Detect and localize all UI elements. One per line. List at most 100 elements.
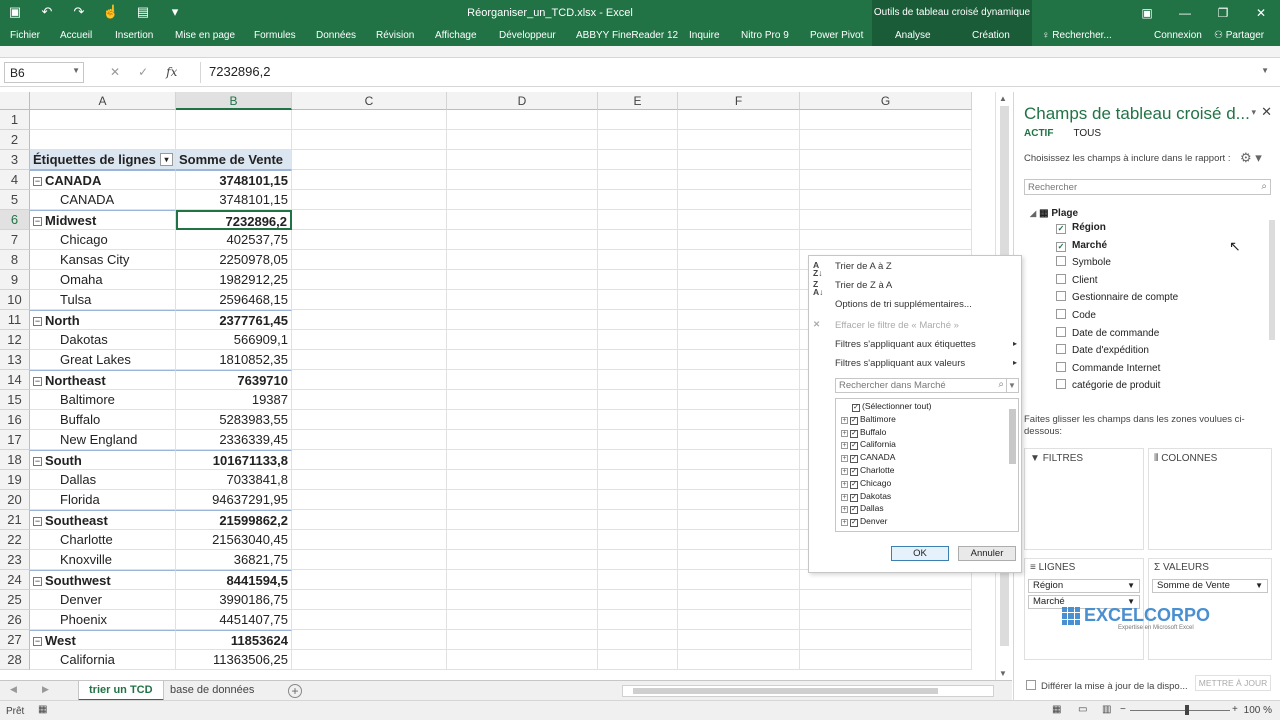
row-header[interactable]: 21 <box>0 510 30 530</box>
collapse-group-icon[interactable]: − <box>33 217 42 226</box>
column-header-c[interactable]: C <box>292 92 447 110</box>
cell-empty[interactable] <box>292 310 447 330</box>
cell-empty[interactable] <box>447 230 598 250</box>
check-icon[interactable]: ✓ <box>850 468 858 476</box>
field-item[interactable]: Symbole <box>1056 255 1111 270</box>
cell-empty[interactable] <box>292 110 447 130</box>
zoom-out-icon[interactable]: − <box>1120 704 1126 715</box>
cell-a[interactable]: Étiquettes de lignes ▾ <box>30 150 176 170</box>
tab-donnees[interactable]: Données <box>316 30 356 41</box>
cell-a[interactable]: − Southwest <box>30 570 176 590</box>
page-layout-icon[interactable]: ▭ <box>1078 704 1087 715</box>
cell-b[interactable]: 19387 <box>176 390 292 410</box>
cell-a[interactable]: Phoenix <box>30 610 176 630</box>
field-checkbox[interactable]: ✓ <box>1056 224 1066 234</box>
cell-b[interactable]: 3748101,15 <box>176 170 292 190</box>
cell-empty[interactable] <box>678 590 800 610</box>
row-header[interactable]: 23 <box>0 550 30 570</box>
cell-a[interactable]: Denver <box>30 590 176 610</box>
share-button[interactable]: ⚇ Partager <box>1214 30 1264 41</box>
sheet-tab-trier[interactable]: trier un TCD <box>78 681 164 701</box>
cell-empty[interactable] <box>598 190 678 210</box>
cell-empty[interactable] <box>678 230 800 250</box>
column-header-f[interactable]: F <box>678 92 800 110</box>
row-header[interactable]: 20 <box>0 490 30 510</box>
prev-sheet-icon[interactable]: ◀ <box>10 684 17 695</box>
field-item[interactable]: Date de commande <box>1056 326 1159 341</box>
cell-a[interactable]: Kansas City <box>30 250 176 270</box>
cell-empty[interactable] <box>598 410 678 430</box>
field-item[interactable]: Date d'expédition <box>1056 343 1149 358</box>
row-header[interactable]: 12 <box>0 330 30 350</box>
cell-a[interactable]: Knoxville <box>30 550 176 570</box>
cell-empty[interactable] <box>447 610 598 630</box>
cell-b[interactable]: 101671133,8 <box>176 450 292 470</box>
cell-a[interactable]: CANADA <box>30 190 176 210</box>
column-header-d[interactable]: D <box>447 92 598 110</box>
cell-b[interactable]: 7232896,2 <box>176 210 292 230</box>
collapse-group-icon[interactable]: − <box>33 637 42 646</box>
more-sort-options-item[interactable]: Options de tri supplémentaires... <box>835 299 972 310</box>
hscroll-thumb[interactable] <box>633 688 938 694</box>
field-item[interactable]: Code <box>1056 308 1096 323</box>
cell-empty[interactable] <box>678 250 800 270</box>
cell-b[interactable]: 7033841,8 <box>176 470 292 490</box>
cell-empty[interactable] <box>598 490 678 510</box>
cell-empty[interactable] <box>447 270 598 290</box>
cell-empty[interactable] <box>292 230 447 250</box>
cell-empty[interactable] <box>292 170 447 190</box>
zoom-slider[interactable] <box>1130 710 1230 711</box>
close-icon[interactable]: ✕ <box>1261 104 1272 120</box>
cell-empty[interactable] <box>292 470 447 490</box>
cell-empty[interactable] <box>678 510 800 530</box>
cell-b[interactable]: 402537,75 <box>176 230 292 250</box>
table-node-plage[interactable]: ◢ ▦ Plage <box>1030 208 1078 219</box>
filter-check-item[interactable]: + ✓ Chicago <box>841 477 891 489</box>
cell-empty[interactable] <box>292 350 447 370</box>
cell-b[interactable]: 36821,75 <box>176 550 292 570</box>
row-header[interactable]: 6 <box>0 210 30 230</box>
filter-check-item[interactable]: + ✓ Charlotte <box>841 464 895 476</box>
checklist-scrollbar[interactable] <box>1007 399 1018 531</box>
chevron-down-icon[interactable]: ▼ <box>1255 580 1263 592</box>
collapse-group-icon[interactable]: − <box>33 577 42 586</box>
field-checkbox[interactable] <box>1056 273 1066 284</box>
row-header[interactable]: 17 <box>0 430 30 450</box>
cell-empty[interactable] <box>598 210 678 230</box>
cell-empty[interactable] <box>598 610 678 630</box>
cell-b[interactable]: 2377761,45 <box>176 310 292 330</box>
cell-empty[interactable] <box>292 530 447 550</box>
cell-empty[interactable] <box>292 490 447 510</box>
field-checkbox[interactable]: ✓ <box>1056 241 1066 252</box>
macro-record-icon[interactable]: ▦ <box>38 704 47 715</box>
cell-empty[interactable] <box>598 450 678 470</box>
cell-a[interactable]: California <box>30 650 176 670</box>
cell-a[interactable] <box>30 110 176 130</box>
cell-empty[interactable] <box>447 390 598 410</box>
field-item[interactable]: ✓ Région <box>1056 220 1106 235</box>
cell-b[interactable]: 21563040,45 <box>176 530 292 550</box>
tab-nitro[interactable]: Nitro Pro 9 <box>741 30 789 41</box>
cell-b[interactable]: 3748101,15 <box>176 190 292 210</box>
check-icon[interactable]: ✓ <box>850 442 858 451</box>
row-header[interactable]: 4 <box>0 170 30 190</box>
row-header[interactable]: 28 <box>0 650 30 670</box>
check-icon[interactable]: ✓ <box>850 455 858 464</box>
cell-empty[interactable] <box>598 350 678 370</box>
expand-icon[interactable]: + <box>841 442 848 450</box>
insert-function-icon[interactable]: fx <box>166 65 177 79</box>
cell-empty[interactable] <box>598 390 678 410</box>
cell-empty[interactable] <box>800 130 972 150</box>
cell-empty[interactable] <box>800 110 972 130</box>
cell-a[interactable] <box>30 130 176 150</box>
cell-empty[interactable] <box>598 650 678 670</box>
cell-b[interactable]: 1982912,25 <box>176 270 292 290</box>
cell-empty[interactable] <box>292 410 447 430</box>
panel-options-icon[interactable]: ▾ <box>1251 107 1256 118</box>
horizontal-scrollbar[interactable] <box>622 685 994 697</box>
row-header[interactable]: 18 <box>0 450 30 470</box>
cell-empty[interactable] <box>800 170 972 190</box>
cell-empty[interactable] <box>678 450 800 470</box>
cell-a[interactable]: Buffalo <box>30 410 176 430</box>
tab-accueil[interactable]: Accueil <box>60 30 92 41</box>
